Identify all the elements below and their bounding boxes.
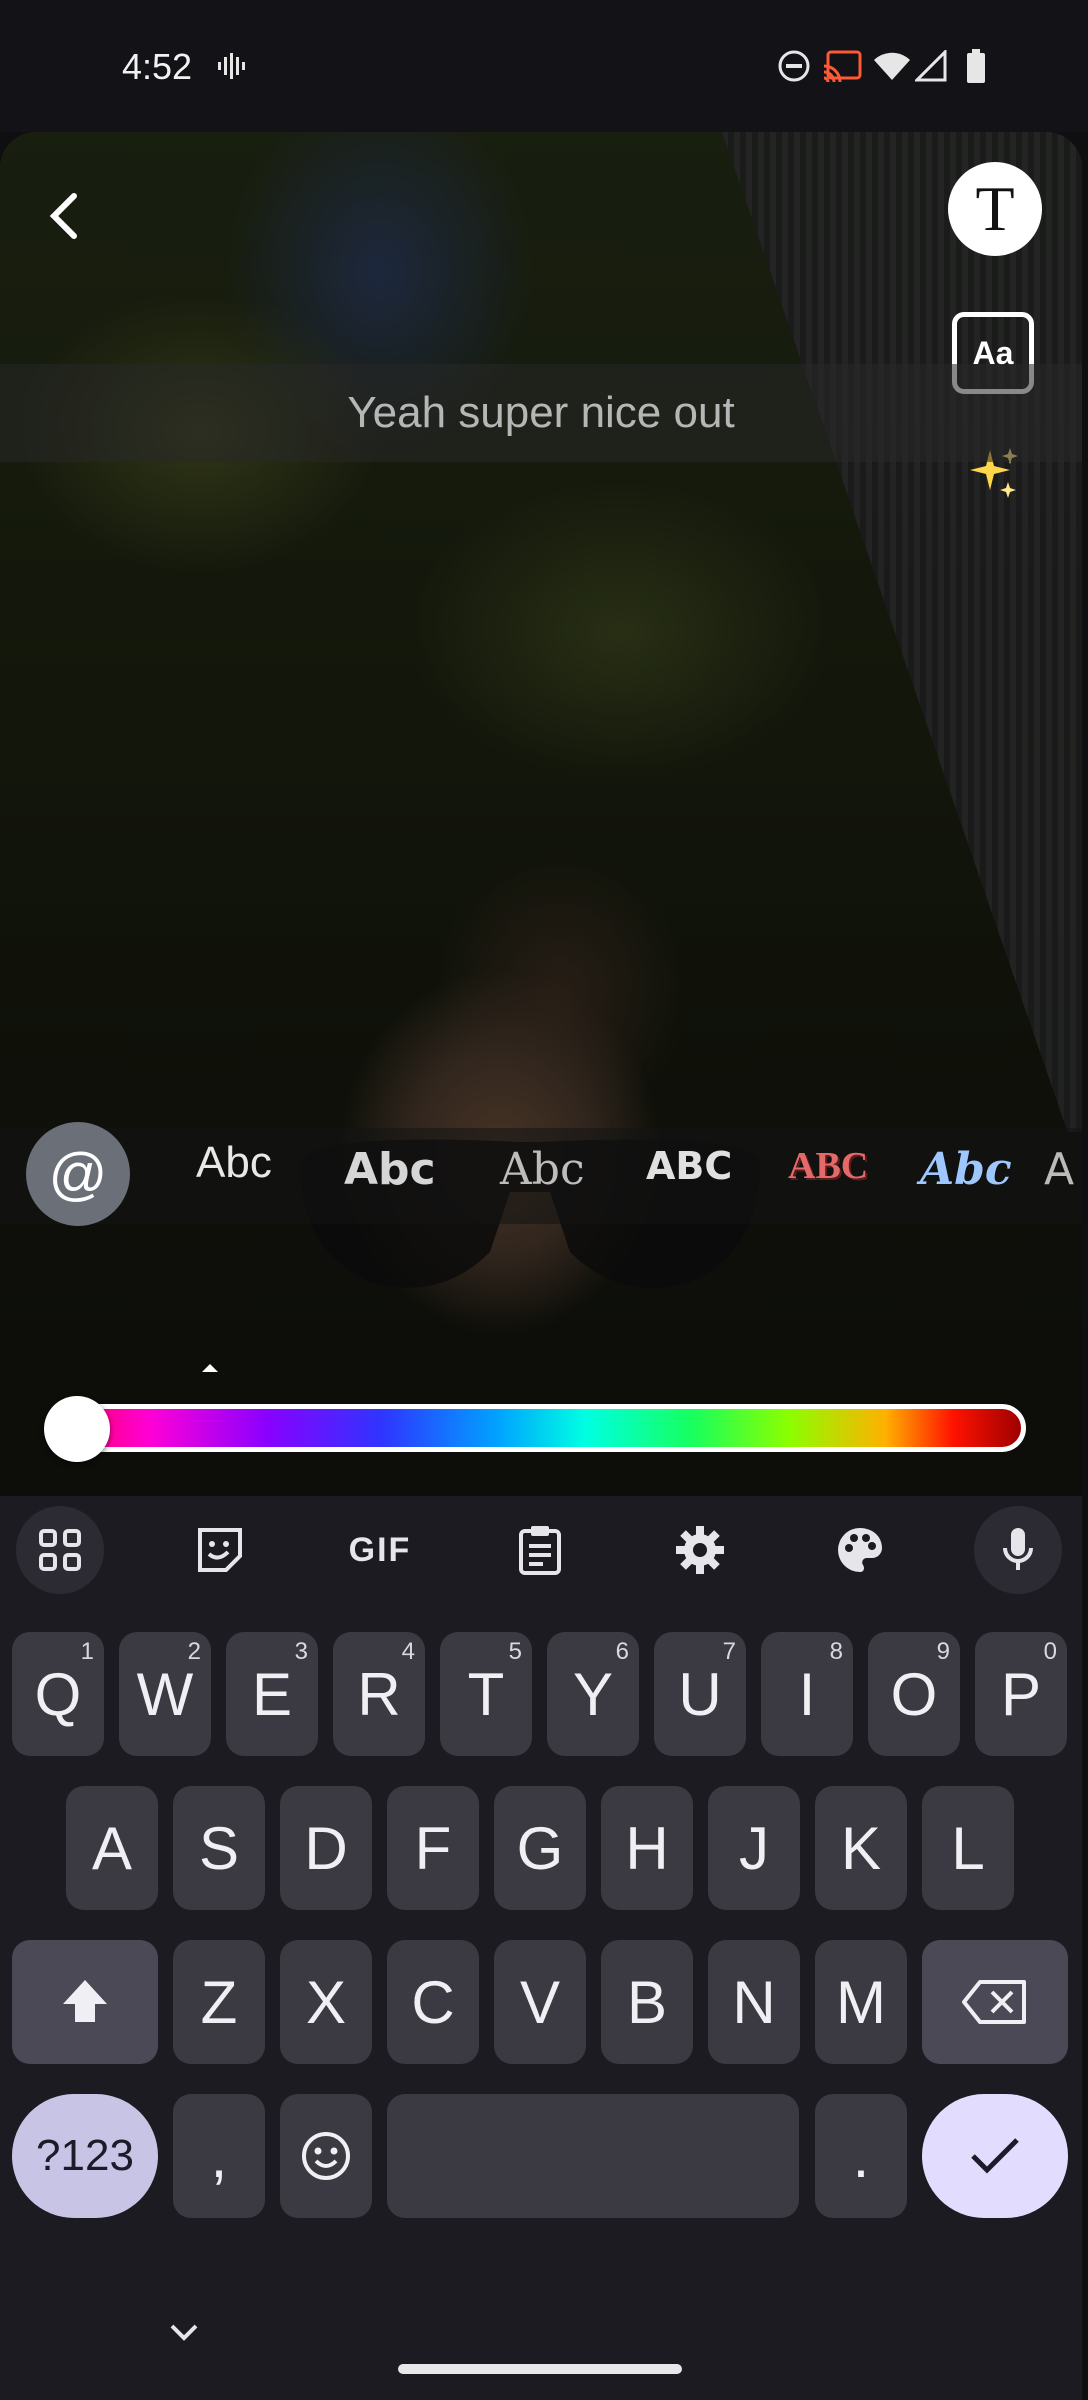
comma-key[interactable]: ,: [173, 2094, 265, 2218]
theme-button[interactable]: [816, 1510, 904, 1590]
key-r[interactable]: R4: [333, 1632, 425, 1756]
caption-text: Yeah super nice out: [347, 388, 735, 437]
cast-icon: [822, 48, 862, 84]
gif-button[interactable]: GIF: [336, 1510, 424, 1590]
text-style-more[interactable]: A: [1044, 1144, 1074, 1195]
space-key[interactable]: [387, 2094, 799, 2218]
text-style-gothic[interactable]: Abc: [920, 1144, 1012, 1195]
enter-key[interactable]: [922, 2094, 1068, 2218]
key-s[interactable]: S: [173, 1786, 265, 1910]
text-style-serif[interactable]: Abc: [500, 1144, 585, 1195]
home-gesture-bar[interactable]: [398, 2364, 682, 2374]
wifi-icon: [872, 48, 912, 84]
key-w[interactable]: W2: [119, 1632, 211, 1756]
do-not-disturb-icon: [776, 48, 812, 84]
color-slider-track[interactable]: [48, 1404, 1026, 1452]
key-h[interactable]: H: [601, 1786, 693, 1910]
photo-canvas[interactable]: T Aa Yeah super nice out @ Abc Abc Abc A…: [0, 132, 1082, 1496]
backspace-key[interactable]: [922, 1940, 1068, 2064]
sticker-button[interactable]: [176, 1510, 264, 1590]
text-tool-button[interactable]: T: [948, 162, 1042, 256]
gif-label: GIF: [348, 1530, 412, 1569]
status-bar: 4:52: [0, 0, 1088, 132]
color-slider-thumb[interactable]: [44, 1396, 110, 1462]
key-q[interactable]: Q1: [12, 1632, 104, 1756]
key-c[interactable]: C: [387, 1940, 479, 2064]
key-z[interactable]: Z: [173, 1940, 265, 2064]
text-style-classic[interactable]: Abc: [196, 1138, 272, 1188]
key-a[interactable]: A: [66, 1786, 158, 1910]
voice-recorder-icon: [216, 48, 246, 84]
keyboard: GIF Q1 W2 E3 R4 T5 Y6 U7 I8 O9 P0 A S D …: [0, 1496, 1082, 2400]
backspace-icon: [962, 1980, 1026, 2024]
symbols-key[interactable]: ?123: [12, 2094, 158, 2218]
key-d[interactable]: D: [280, 1786, 372, 1910]
key-p[interactable]: P0: [975, 1632, 1067, 1756]
signal-icon: [914, 48, 948, 84]
sticker-icon: [198, 1528, 242, 1572]
key-u[interactable]: U7: [654, 1632, 746, 1756]
apps-grid-button[interactable]: [16, 1506, 104, 1594]
apps-grid-icon: [39, 1529, 81, 1571]
clipboard-button[interactable]: [496, 1510, 584, 1590]
clipboard-icon: [519, 1526, 561, 1575]
chevron-down-icon: [170, 2324, 198, 2341]
key-e[interactable]: E3: [226, 1632, 318, 1756]
key-b[interactable]: B: [601, 1940, 693, 2064]
back-button[interactable]: [38, 186, 88, 246]
status-time: 4:52: [122, 46, 193, 87]
caption-overlay[interactable]: Yeah super nice out: [0, 364, 1082, 462]
key-f[interactable]: F: [387, 1786, 479, 1910]
text-style-bold[interactable]: Abc: [344, 1144, 436, 1195]
palette-icon: [838, 1528, 882, 1572]
key-k[interactable]: K: [815, 1786, 907, 1910]
key-l[interactable]: L: [922, 1786, 1014, 1910]
gear-icon: [676, 1526, 724, 1574]
microphone-icon: [1003, 1528, 1033, 1570]
key-t[interactable]: T5: [440, 1632, 532, 1756]
emoji-key[interactable]: [280, 2094, 372, 2218]
mention-button[interactable]: @: [26, 1122, 130, 1226]
key-i[interactable]: I8: [761, 1632, 853, 1756]
key-n[interactable]: N: [708, 1940, 800, 2064]
battery-icon: [964, 48, 988, 84]
key-v[interactable]: V: [494, 1940, 586, 2064]
shift-arrow-icon: [63, 1980, 107, 2022]
text-style-caps[interactable]: ABC: [646, 1144, 732, 1188]
chevron-left-icon: [49, 193, 77, 239]
selected-style-indicator: [202, 1364, 218, 1372]
text-style-retro[interactable]: ABC: [788, 1144, 868, 1188]
key-x[interactable]: X: [280, 1940, 372, 2064]
hide-keyboard-button[interactable]: [164, 2318, 204, 2348]
keyboard-settings-button[interactable]: [656, 1510, 744, 1590]
period-key[interactable]: .: [815, 2094, 907, 2218]
key-j[interactable]: J: [708, 1786, 800, 1910]
key-g[interactable]: G: [494, 1786, 586, 1910]
photo-dim-overlay: [0, 132, 1082, 1496]
shift-key[interactable]: [12, 1940, 158, 2064]
emoji-icon: [302, 2132, 350, 2180]
keyboard-toolbar: GIF: [0, 1496, 1082, 1604]
key-m[interactable]: M: [815, 1940, 907, 2064]
voice-input-button[interactable]: [974, 1506, 1062, 1594]
checkmark-icon: [971, 2138, 1019, 2174]
key-y[interactable]: Y6: [547, 1632, 639, 1756]
key-o[interactable]: O9: [868, 1632, 960, 1756]
